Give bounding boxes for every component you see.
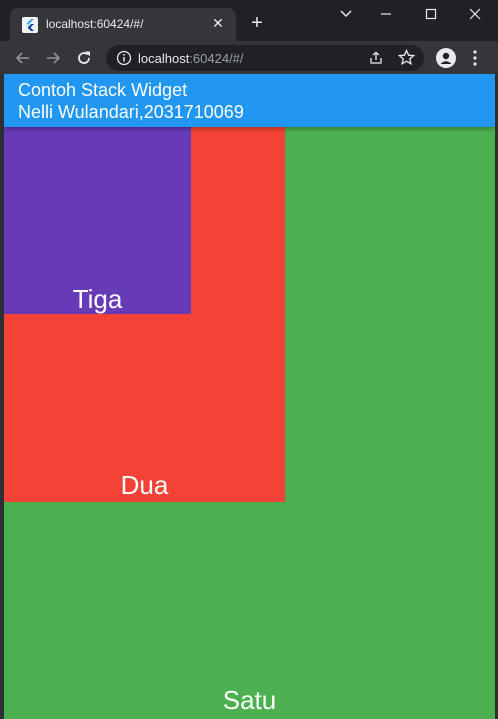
app-bar: Contoh Stack Widget Nelli Wulandari,2031… [4, 74, 495, 127]
page-viewport: Contoh Stack Widget Nelli Wulandari,2031… [4, 74, 495, 719]
app-subtitle: Nelli Wulandari,2031710069 [18, 102, 244, 122]
box-label-dua: Dua [120, 470, 169, 500]
minimize-icon[interactable] [376, 6, 396, 22]
kebab-menu-icon[interactable] [470, 49, 480, 67]
address-bar[interactable]: localhost:60424/#/ [106, 45, 424, 71]
box-label-tiga: Tiga [72, 284, 123, 314]
new-tab-button[interactable]: + [248, 13, 266, 33]
url-host: localhost [138, 51, 190, 66]
tab-title: localhost:60424/#/ [46, 17, 144, 31]
browser-tab-strip: localhost:60424/#/ ✕ + [0, 0, 498, 41]
box-label-satu: Satu [222, 685, 277, 715]
forward-arrow-icon[interactable] [44, 49, 62, 67]
flutter-icon [22, 17, 38, 33]
url-text[interactable]: localhost:60424/#/ [138, 51, 244, 66]
url-path: :60424/#/ [189, 51, 244, 66]
browser-toolbar: localhost:60424/#/ [0, 41, 498, 74]
info-icon[interactable] [116, 50, 132, 66]
close-icon[interactable] [465, 6, 485, 22]
avatar-silhouette-icon [440, 52, 452, 64]
share-icon[interactable] [368, 50, 384, 66]
app-title: Contoh Stack Widget [18, 80, 188, 100]
back-arrow-icon[interactable] [14, 49, 32, 67]
chevron-down-icon[interactable] [336, 6, 356, 22]
reload-icon[interactable] [75, 49, 93, 67]
profile-icon[interactable] [436, 48, 456, 68]
browser-tab[interactable]: localhost:60424/#/ ✕ [10, 8, 236, 41]
star-icon[interactable] [398, 49, 415, 66]
stack-box-tiga: Tiga [4, 127, 191, 314]
tab-close-icon[interactable]: ✕ [210, 15, 226, 31]
maximize-icon[interactable] [421, 6, 441, 22]
